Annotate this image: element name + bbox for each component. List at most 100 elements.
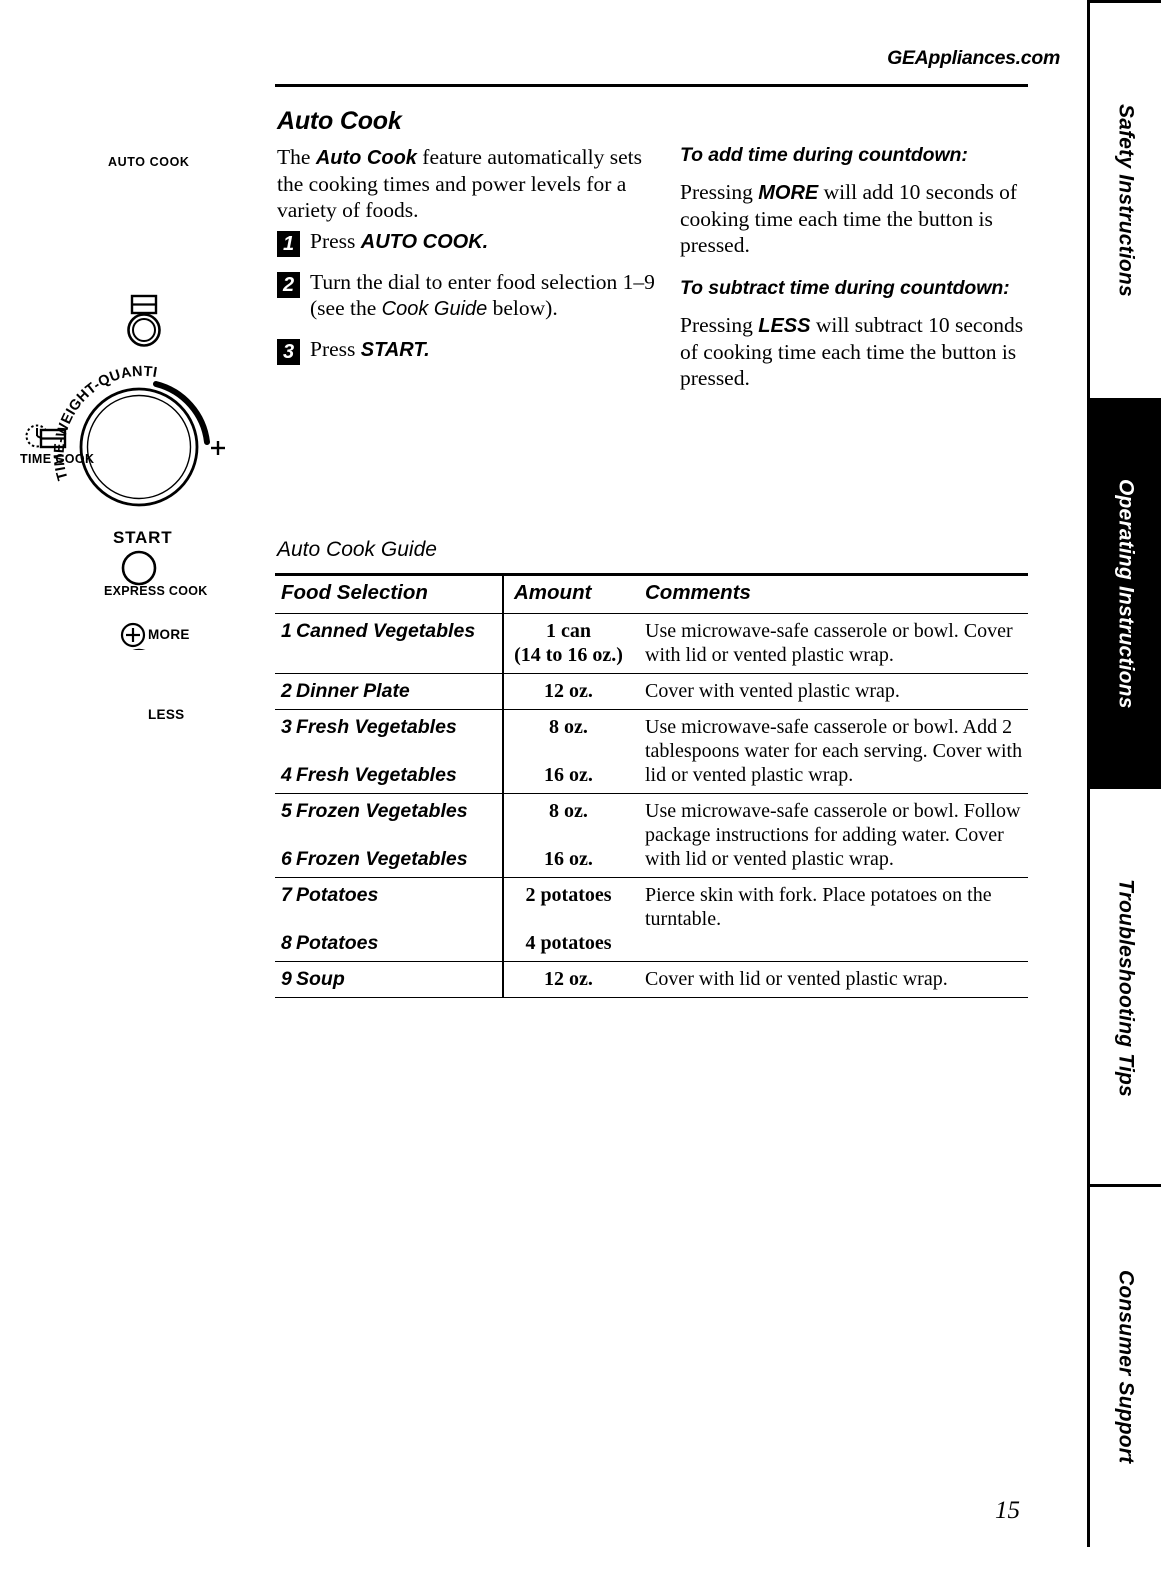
amount-line: 16 oz. [544, 848, 593, 870]
selection-number: 1 [281, 620, 292, 642]
table-row: 9 Soup 12 oz. Cover with lid or vented pl… [275, 961, 1028, 998]
table-row: 3 Fresh Vegetables 4 Fresh Vegetables 8 oz… [275, 709, 1028, 794]
sidebar-tab-safety-instructions[interactable]: Safety Instructions [1090, 3, 1161, 398]
time-cook-label: TIME COOK [20, 452, 95, 466]
amount-line: 1 can [546, 620, 591, 642]
dial-graphic [79, 381, 210, 507]
intro-emphasis: Auto Cook [315, 147, 417, 169]
subtract-time-heading: To subtract time during countdown: [680, 277, 1010, 299]
site-url: GEAppliances.com [887, 47, 1060, 69]
selection-number: 9 [281, 968, 292, 990]
selection-name: Frozen Vegetables [296, 800, 468, 822]
countdown-column: To add time during countdown: Pressing M… [680, 142, 1030, 408]
amount-line: (14 to 16 oz.) [514, 644, 623, 666]
sidebar-tab-label: Consumer Support [1114, 1269, 1138, 1464]
cell-amount: 1 can (14 to 16 oz.) [502, 613, 633, 674]
intro-lead: The [277, 145, 316, 169]
cell-food-selection: 2 Dinner Plate [275, 673, 503, 710]
control-panel-svg: TIME-WEIGHT-QUANTITY [5, 118, 225, 763]
add-time-heading: To add time during countdown: [680, 144, 968, 166]
cell-amount: 8 oz. 16 oz. [502, 793, 633, 878]
intro-column: The Auto Cook feature automatically sets… [277, 144, 659, 240]
amount-line: 8 oz. [549, 716, 588, 738]
column-header-amount: Amount [502, 573, 633, 614]
selection-name: Potatoes [296, 932, 379, 954]
cell-food-selection: 7 Potatoes 8 Potatoes [275, 877, 503, 962]
sidebar-tab-label: Safety Instructions [1114, 104, 1138, 297]
table-row: 1 Canned Vegetables 1 can (14 to 16 oz.) … [275, 613, 1028, 674]
selection-number: 5 [281, 800, 292, 822]
amount-line: 12 oz. [544, 968, 593, 990]
express-cook-label: EXPRESS COOK [104, 584, 208, 598]
cell-comments: Use microwave-safe casserole or bowl. Co… [633, 613, 1028, 674]
table-row: 7 Potatoes 8 Potatoes 2 potatoes 4 potatoe… [275, 877, 1028, 962]
control-panel-illustration: TIME-WEIGHT-QUANTITY AUTO COOK TIME COOK… [5, 118, 265, 763]
steps-list: 1 Press AUTO COOK. 2 Turn the dial to en… [277, 228, 667, 377]
table-body: 1 Canned Vegetables 1 can (14 to 16 oz.) … [275, 613, 1028, 998]
auto-cook-button-graphic [127, 294, 161, 347]
step-2: 2 Turn the dial to enter food selection … [277, 269, 667, 322]
selection-number: 6 [281, 848, 292, 870]
sidebar-tab-consumer-support[interactable]: Consumer Support [1090, 1186, 1161, 1547]
add-time-paragraph: Pressing MORE will add 10 seconds of coo… [680, 179, 1030, 258]
start-label: START [113, 528, 173, 547]
less-label: LESS [148, 707, 185, 722]
sidebar-tab-label: Troubleshooting Tips [1114, 878, 1138, 1097]
less-button-ref: LESS [758, 315, 811, 337]
step-number: 3 [277, 339, 300, 365]
selection-name: Fresh Vegetables [296, 716, 457, 738]
cell-comments: Use microwave-safe casserole or bowl. Fo… [633, 793, 1028, 878]
cell-comments: Use microwave-safe casserole or bowl. Ad… [633, 709, 1028, 794]
amount-line: 2 potatoes [525, 884, 612, 906]
sidebar-tab-label: Operating Instructions [1114, 478, 1138, 709]
cell-food-selection: 9 Soup [275, 961, 503, 998]
tab-divider [1090, 1184, 1161, 1187]
cell-amount: 12 oz. [502, 961, 633, 998]
cell-comments: Pierce skin with fork. Place potatoes on… [633, 877, 1028, 962]
selection-number: 8 [281, 932, 292, 954]
intro-paragraph: The Auto Cook feature automatically sets… [277, 144, 659, 223]
cell-amount: 2 potatoes 4 potatoes [502, 877, 633, 962]
cell-amount: 8 oz. 16 oz. [502, 709, 633, 794]
dial-plus-icon [211, 441, 225, 455]
step-text-bold: AUTO COOK. [360, 231, 489, 253]
cell-comments: Cover with vented plastic wrap. [633, 673, 1028, 710]
sidebar-tab-operating-instructions[interactable]: Operating Instructions [1090, 398, 1161, 789]
step-3: 3 Press START. [277, 336, 667, 365]
amount-line: 8 oz. [549, 800, 588, 822]
manual-page: GEAppliances.com TIME-WEIGHT-QUANTI AUTO… [0, 0, 1161, 1575]
column-header-food-selection: Food Selection [275, 573, 503, 614]
selection-name: Canned Vegetables [296, 620, 476, 642]
column-header-comments: Comments [633, 573, 1028, 614]
cell-comments: Cover with lid or vented plastic wrap. [633, 961, 1028, 998]
selection-number: 3 [281, 716, 292, 738]
table-row: 5 Frozen Vegetables 6 Frozen Vegetables 8 … [275, 793, 1028, 878]
amount-line: 4 potatoes [525, 932, 612, 954]
cell-food-selection: 1 Canned Vegetables [275, 613, 503, 674]
section-tab-strip: Safety Instructions Operating Instructio… [1087, 0, 1161, 1547]
sidebar-tab-troubleshooting-tips[interactable]: Troubleshooting Tips [1090, 789, 1161, 1186]
amount-line: 16 oz. [544, 764, 593, 786]
page-number: 15 [995, 1497, 1020, 1524]
cell-food-selection: 5 Frozen Vegetables 6 Frozen Vegetables [275, 793, 503, 878]
start-button-graphic [121, 550, 157, 586]
more-button-ref: MORE [758, 182, 819, 204]
cell-amount: 12 oz. [502, 673, 633, 710]
table-title: Auto Cook Guide [277, 538, 437, 561]
page-title: Auto Cook [277, 107, 402, 135]
step-text-bold: START. [360, 339, 430, 361]
selection-number: 2 [281, 680, 292, 702]
selection-name: Frozen Vegetables [296, 848, 468, 870]
cell-food-selection: 3 Fresh Vegetables 4 Fresh Vegetables [275, 709, 503, 794]
header-rule [275, 84, 1028, 87]
selection-name: Soup [296, 968, 345, 990]
step-1: 1 Press AUTO COOK. [277, 228, 667, 257]
step-number: 2 [277, 272, 300, 298]
subtract-time-pre: Pressing [680, 313, 759, 337]
